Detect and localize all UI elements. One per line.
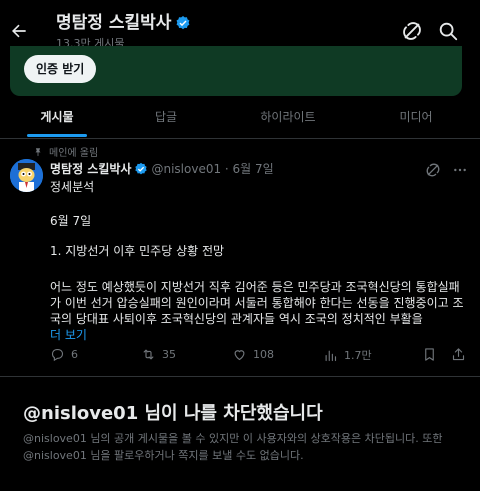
- grok-icon[interactable]: [425, 162, 441, 178]
- repost-button[interactable]: 35: [141, 347, 176, 362]
- post-header: 명탐정 스킬박사 @nislove01 · 6월 7일: [50, 160, 274, 177]
- post-actions: 6 35 108 1.7만: [50, 347, 468, 365]
- tab-highlights[interactable]: 하이라이트: [248, 98, 328, 138]
- post-line: 어느 정도 예상했듯이 지방선거 직후 김어준 등은 민주당과 조국혁신당의 통…: [50, 280, 464, 326]
- post-line: 정세분석: [50, 180, 95, 194]
- post-author-name[interactable]: 명탐정 스킬박사: [50, 160, 131, 177]
- search-icon[interactable]: [437, 20, 459, 42]
- like-count: 108: [253, 348, 274, 361]
- pinned-indicator: 메인에 올림: [33, 144, 98, 159]
- profile-title: 명탐정 스킬박사: [56, 13, 172, 33]
- back-arrow-icon[interactable]: [9, 21, 29, 41]
- get-verified-button[interactable]: 인증 받기: [24, 55, 97, 83]
- tab-posts[interactable]: 게시물: [27, 98, 87, 138]
- bookmark-icon: [425, 348, 434, 361]
- tab-media[interactable]: 미디어: [388, 98, 444, 138]
- post-line: 6월 7일: [50, 214, 92, 228]
- divider: [0, 376, 480, 377]
- avatar-image: [10, 159, 43, 192]
- verification-banner: 인증 받기: [10, 46, 462, 96]
- active-tab-indicator: [27, 134, 87, 137]
- repost-count: 35: [162, 348, 176, 361]
- like-icon: [234, 350, 245, 361]
- repost-icon: [143, 349, 154, 360]
- reply-button[interactable]: 6: [50, 347, 78, 362]
- pin-icon: [35, 147, 41, 156]
- more-icon[interactable]: [452, 162, 468, 178]
- reply-count: 6: [71, 348, 78, 361]
- avatar[interactable]: [10, 159, 43, 192]
- profile-header: 명탐정 스킬박사 13.3만 게시물: [56, 13, 191, 50]
- blocked-title: @nislove01 님이 나를 차단했습니다: [23, 403, 323, 424]
- pinned-label: 메인에 올림: [49, 148, 99, 159]
- blocked-description: @nislove01 님의 공개 게시물을 볼 수 있지만 이 사용자와의 상호…: [23, 432, 443, 462]
- bookmark-button[interactable]: [422, 347, 443, 362]
- show-more-link[interactable]: 더 보기: [50, 327, 468, 343]
- share-button[interactable]: [451, 347, 472, 362]
- verified-badge-icon: [176, 16, 190, 30]
- post-handle-date[interactable]: @nislove01 · 6월 7일: [151, 160, 273, 177]
- profile-tabs: 게시물 답글 하이라이트 미디어: [0, 98, 480, 139]
- reply-icon: [51, 348, 64, 362]
- tab-replies[interactable]: 답글: [140, 98, 192, 138]
- like-button[interactable]: 108: [232, 347, 274, 362]
- verified-badge-icon: [135, 162, 148, 174]
- views-button[interactable]: 1.7만: [323, 347, 372, 363]
- post-text: 정세분석 6월 7일 1. 지방선거 이후 민주당 상황 전망 어느 정도 예상…: [50, 177, 468, 343]
- grok-icon[interactable]: [401, 20, 423, 42]
- share-icon: [452, 348, 465, 361]
- post-line: 1. 지방선거 이후 민주당 상황 전망: [50, 244, 225, 258]
- views-count: 1.7만: [344, 349, 372, 362]
- views-icon: [325, 350, 337, 361]
